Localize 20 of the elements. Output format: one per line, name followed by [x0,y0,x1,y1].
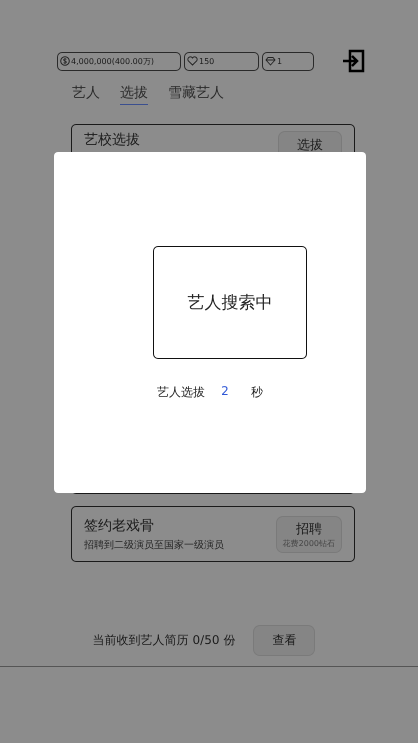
heart-icon [187,56,198,66]
card-title: 签约老戏骨 [84,516,155,534]
countdown-value: 2 [221,384,229,400]
recruit-button[interactable]: 招聘 花费2000钻石 [276,516,342,552]
card-subtitle: 招聘到二级演员至国家一级演员 [84,538,224,552]
exit-icon[interactable] [341,49,365,73]
card-title: 艺校选拔 [84,131,140,149]
tab[interactable]: 艺人 [72,84,100,105]
dollar-coin-icon [60,56,70,66]
countdown-label: 艺人选拔 [157,384,206,401]
diamond-icon [265,56,276,66]
stat-value: 1 [277,56,282,66]
stat-value: 4,000,000(400.00万) [71,56,154,66]
view-button[interactable]: 查看 [253,624,316,656]
stat-value: 150 [199,56,214,66]
tab[interactable]: 选拔 [120,84,148,105]
tab[interactable]: 雪藏艺人 [168,84,224,105]
countdown-unit: 秒 [250,384,263,401]
resume-count: 当前收到艺人简历 0/50 份 [92,632,236,648]
searching-panel: 艺人搜索中 [153,246,307,359]
